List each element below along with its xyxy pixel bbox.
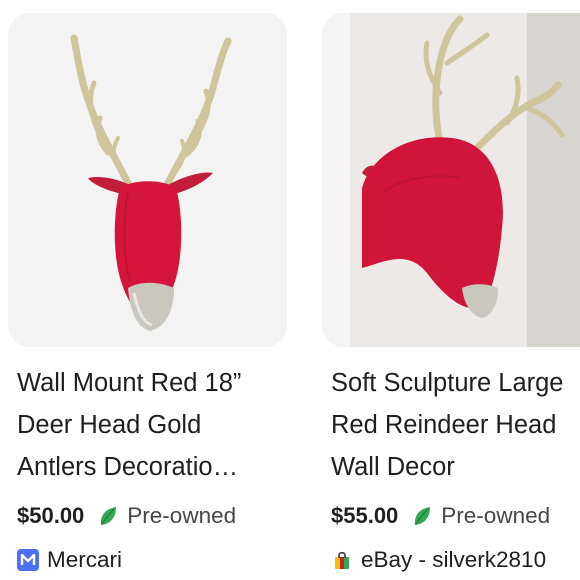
price-row: $55.00 Pre-owned — [331, 498, 580, 534]
product-title-line: Deer Head Gold — [17, 411, 202, 439]
product-condition: Pre-owned — [441, 503, 551, 528]
ebay-bag-icon — [335, 551, 349, 569]
seller-row[interactable]: eBay - silverk2810 — [331, 544, 580, 576]
seller-name: eBay - silverk2810 — [361, 547, 547, 572]
product-condition: Pre-owned — [127, 503, 237, 528]
product-title[interactable]: Wall Mount Red 18” Deer Head Gold Antler… — [17, 362, 287, 488]
price-row: $50.00 Pre-owned — [17, 498, 290, 534]
red-reindeer-head-photo — [322, 13, 580, 347]
product-image[interactable] — [8, 13, 287, 347]
product-image[interactable] — [322, 13, 580, 347]
mercari-logo — [17, 549, 39, 571]
leaf-icon — [415, 507, 431, 525]
product-card[interactable]: Soft Sculpture Large Red Reindeer Head W… — [322, 13, 580, 580]
product-title-line: Soft Sculpture Large — [331, 369, 564, 397]
product-card[interactable]: Wall Mount Red 18” Deer Head Gold Antler… — [8, 13, 290, 580]
seller-name: Mercari — [47, 547, 123, 572]
product-title[interactable]: Soft Sculpture Large Red Reindeer Head W… — [331, 362, 580, 488]
product-price: $55.00 — [331, 503, 399, 528]
product-title-line: Wall Mount Red 18” — [17, 369, 242, 397]
product-price: $50.00 — [17, 503, 85, 528]
product-title-line: Antlers Decoratio… — [17, 453, 239, 481]
product-results-grid: Wall Mount Red 18” Deer Head Gold Antler… — [0, 0, 580, 580]
red-deer-head-photo — [8, 13, 287, 347]
leaf-icon — [101, 507, 117, 525]
seller-row[interactable]: Mercari — [17, 544, 290, 576]
product-title-line: Wall Decor — [331, 453, 455, 481]
product-title-line: Red Reindeer Head — [331, 411, 557, 439]
